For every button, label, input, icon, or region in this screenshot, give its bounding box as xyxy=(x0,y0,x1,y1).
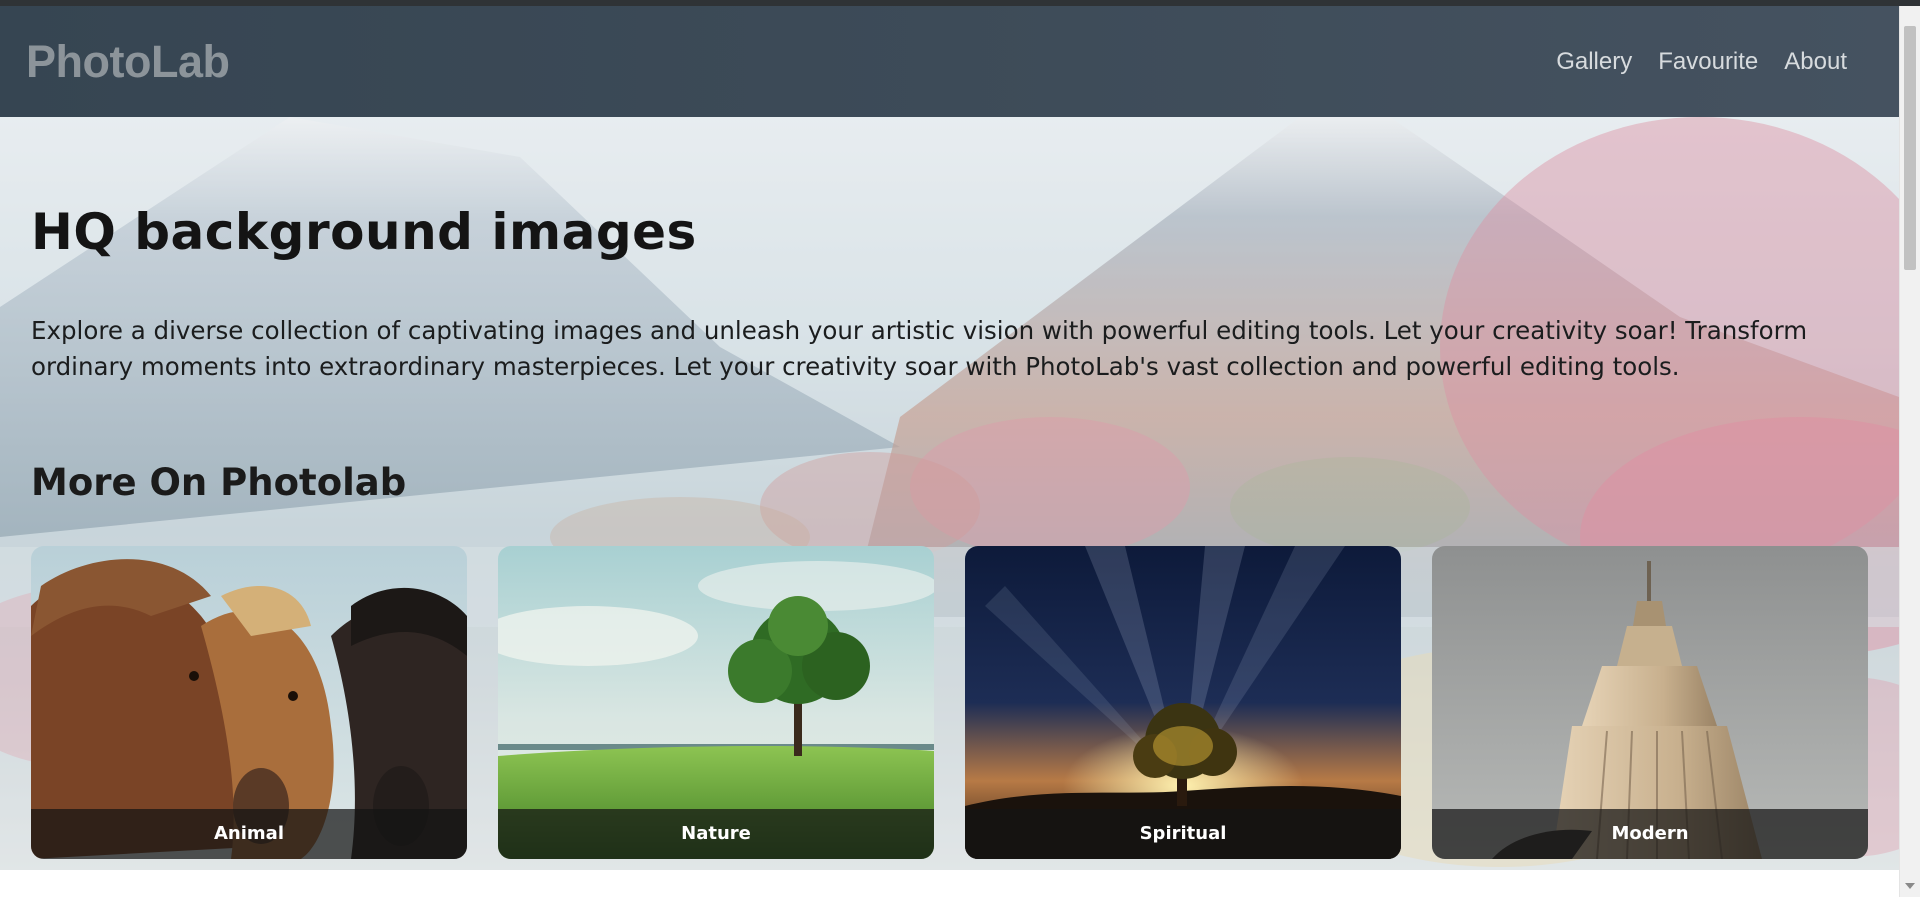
main-nav: Gallery Favourite About xyxy=(1556,48,1847,76)
hero-description: Explore a diverse collection of captivat… xyxy=(31,316,1808,381)
brand-logo[interactable]: PhotoLab xyxy=(26,36,230,88)
vertical-scrollbar[interactable] xyxy=(1899,6,1920,897)
hero-section: HQ background images Explore a diverse c… xyxy=(0,117,1899,870)
category-card-modern[interactable]: Modern xyxy=(1432,546,1868,859)
category-label: Nature xyxy=(498,809,934,859)
category-cards: Animal Nature Spiritual Modern xyxy=(31,546,1868,859)
scroll-down-icon[interactable] xyxy=(1905,883,1915,889)
nav-about-link[interactable]: About xyxy=(1784,48,1847,76)
nav-gallery-link[interactable]: Gallery xyxy=(1556,48,1632,76)
category-label: Animal xyxy=(31,809,467,859)
category-label: Spiritual xyxy=(965,809,1401,859)
hero-title: HQ background images xyxy=(31,203,697,261)
category-label: Modern xyxy=(1432,809,1868,859)
scrollbar-thumb[interactable] xyxy=(1904,26,1916,270)
category-card-animal[interactable]: Animal xyxy=(31,546,467,859)
category-card-nature[interactable]: Nature xyxy=(498,546,934,859)
section-title: More On Photolab xyxy=(31,461,407,504)
nav-favourite-link[interactable]: Favourite xyxy=(1658,48,1758,76)
category-card-spiritual[interactable]: Spiritual xyxy=(965,546,1401,859)
navbar: PhotoLab Gallery Favourite About xyxy=(0,6,1899,117)
